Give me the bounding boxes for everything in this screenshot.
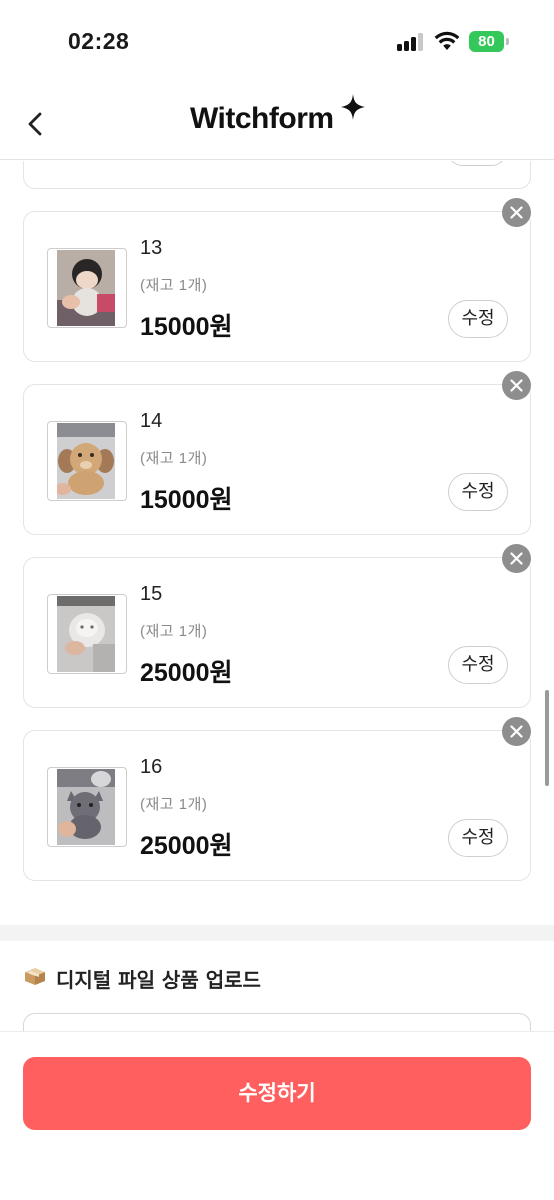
digital-upload-title: 디지털 파일 상품 업로드	[56, 968, 261, 992]
close-icon	[510, 725, 523, 738]
back-button[interactable]	[22, 108, 50, 140]
close-icon	[510, 206, 523, 219]
product-name: 15	[140, 583, 163, 605]
battery-level: 80	[469, 31, 504, 52]
edit-button[interactable]: 수정	[448, 300, 508, 338]
app-header: Witchform	[0, 80, 554, 160]
sparkle-icon	[341, 94, 365, 120]
box-icon	[24, 966, 46, 986]
battery-icon: 80	[469, 31, 509, 52]
product-price: 15000원	[140, 486, 233, 514]
submit-edit-button[interactable]: 수정하기	[23, 1057, 531, 1130]
product-price: 25000원	[140, 832, 233, 860]
edit-button[interactable]: 수정	[448, 646, 508, 684]
product-thumbnail	[47, 594, 127, 674]
remove-button[interactable]	[502, 717, 531, 746]
edit-button-partial[interactable]	[448, 161, 506, 166]
chevron-left-icon	[28, 112, 42, 136]
product-thumbnail	[47, 421, 127, 501]
product-thumbnail	[47, 767, 127, 847]
product-list[interactable]: 13 (재고 1개) 15000원 수정 14 (재고 1개) 15000원 수…	[0, 161, 554, 1031]
product-price: 15000원	[140, 313, 233, 341]
scrollbar[interactable]	[545, 690, 549, 786]
product-thumbnail	[47, 248, 127, 328]
close-icon	[510, 379, 523, 392]
remove-button[interactable]	[502, 544, 531, 573]
bottom-action-bar: 수정하기	[0, 1031, 554, 1200]
status-time: 02:28	[68, 28, 130, 54]
wifi-icon	[434, 31, 460, 51]
status-bar: 02:28 80	[0, 0, 554, 80]
product-card: 15 (재고 1개) 25000원 수정	[23, 544, 531, 708]
product-name: 13	[140, 237, 163, 259]
remove-button[interactable]	[502, 198, 531, 227]
product-card: 13 (재고 1개) 15000원 수정	[23, 198, 531, 362]
product-card: 16 (재고 1개) 25000원 수정	[23, 717, 531, 881]
product-stock: (재고 1개)	[140, 450, 208, 467]
product-stock: (재고 1개)	[140, 623, 208, 640]
close-icon	[510, 552, 523, 565]
logo-text: Witchform	[190, 102, 334, 135]
witchform-logo: Witchform	[190, 94, 365, 142]
product-card: 14 (재고 1개) 15000원 수정	[23, 371, 531, 535]
remove-button[interactable]	[502, 371, 531, 400]
cellular-signal-icon	[397, 33, 425, 51]
product-stock: (재고 1개)	[140, 796, 208, 813]
product-price: 25000원	[140, 659, 233, 687]
edit-button[interactable]: 수정	[448, 819, 508, 857]
product-card-partial	[23, 161, 531, 189]
section-divider	[0, 925, 554, 941]
product-stock: (재고 1개)	[140, 277, 208, 294]
product-name: 16	[140, 756, 163, 778]
digital-upload-box[interactable]	[23, 1013, 531, 1031]
product-name: 14	[140, 410, 163, 432]
edit-button[interactable]: 수정	[448, 473, 508, 511]
